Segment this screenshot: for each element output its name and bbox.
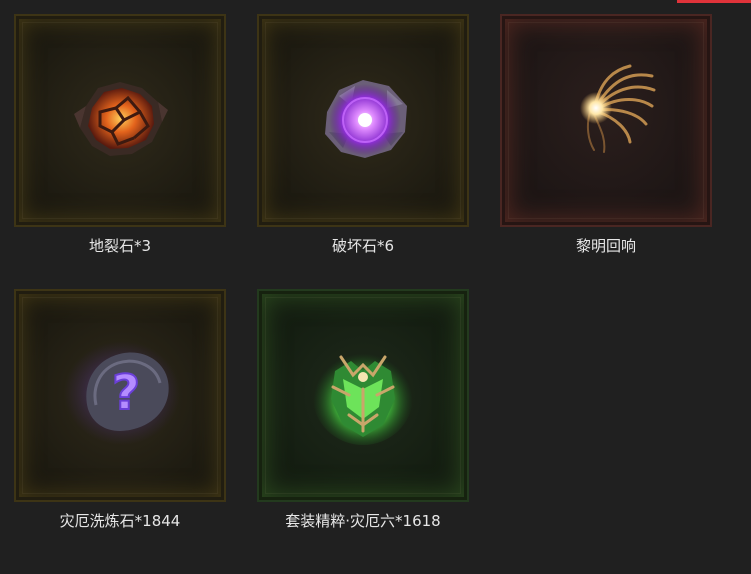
earth-rift-stone-icon [74, 82, 168, 156]
destruction-stone-icon [325, 80, 407, 158]
item-destruction-stone[interactable]: 破坏石*6 [257, 14, 469, 255]
reward-items-panel: 地裂石*3 破坏石*6 黎明回响 ? 灾厄洗炼石*1844 套装精粹·灾厄六*1… [0, 0, 751, 574]
calamity-refining-stone-icon: ? [64, 341, 180, 445]
set-essence-calamity-six-icon [313, 349, 413, 445]
item-label: 地裂石*3 [88, 237, 152, 255]
item-set-essence-calamity-six[interactable]: 套装精粹·灾厄六*1618 [257, 289, 469, 530]
item-dawn-echo[interactable]: 黎明回响 [500, 14, 712, 255]
item-frame[interactable]: ? [14, 289, 226, 502]
item-frame[interactable] [257, 14, 469, 227]
dawn-echo-icon [580, 64, 656, 153]
item-frame[interactable] [257, 289, 469, 502]
item-frame[interactable] [500, 14, 712, 227]
item-label: 黎明回响 [575, 237, 636, 255]
item-label: 破坏石*6 [331, 237, 395, 255]
item-label: 灾厄洗炼石*1844 [59, 512, 181, 530]
item-calamity-refining-stone[interactable]: ? 灾厄洗炼石*1844 [14, 289, 226, 530]
top-accent-bar [677, 0, 751, 3]
item-frame[interactable] [14, 14, 226, 227]
item-earth-rift-stone[interactable]: 地裂石*3 [14, 14, 226, 255]
item-label: 套装精粹·灾厄六*1618 [285, 512, 441, 530]
svg-text:?: ? [112, 365, 140, 421]
